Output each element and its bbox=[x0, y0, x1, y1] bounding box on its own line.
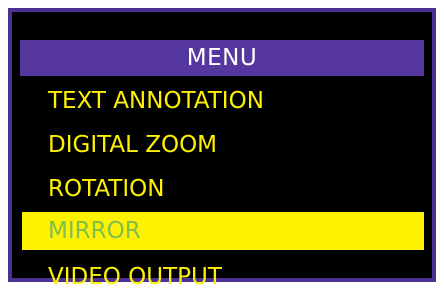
osd-menu-window: MENU TEXT ANNOTATION DIGITAL ZOOM ROTATI… bbox=[8, 8, 436, 290]
menu-item-text-annotation[interactable]: TEXT ANNOTATION bbox=[22, 82, 424, 120]
menu-item-digital-zoom[interactable]: DIGITAL ZOOM bbox=[22, 126, 424, 164]
menu-item-rotation[interactable]: ROTATION bbox=[22, 170, 424, 208]
menu-item-video-output[interactable]: VIDEO OUTPUT bbox=[22, 258, 424, 296]
menu-title: MENU bbox=[20, 40, 424, 76]
menu-item-mirror[interactable]: MIRROR bbox=[22, 212, 424, 250]
